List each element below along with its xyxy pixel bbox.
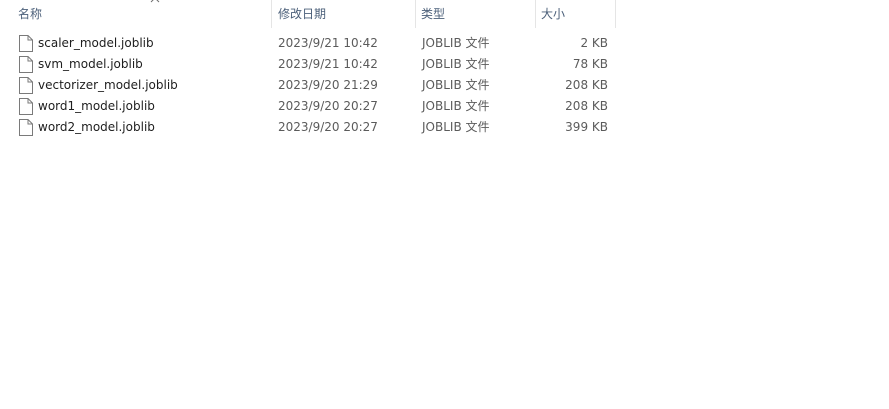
- file-icon: [19, 56, 33, 73]
- column-header-name[interactable]: 名称: [13, 0, 271, 28]
- column-header-type[interactable]: 类型: [416, 0, 535, 28]
- file-size: 208 KB: [565, 99, 608, 113]
- file-row[interactable]: svm_model.joblib 2023/9/21 10:42 JOBLIB …: [0, 54, 616, 75]
- column-header-date-modified[interactable]: 修改日期: [273, 0, 415, 28]
- file-date-modified: 2023/9/21 10:42: [278, 57, 378, 71]
- column-separator[interactable]: [615, 0, 616, 28]
- file-name: word2_model.joblib: [38, 120, 155, 134]
- file-type: JOBLIB 文件: [422, 36, 490, 50]
- file-explorer-view: 名称 修改日期 类型 大小 scaler_model.joblib 2023/9…: [0, 0, 889, 409]
- file-icon: [19, 98, 33, 115]
- file-date-modified: 2023/9/20 20:27: [278, 120, 378, 134]
- file-type: JOBLIB 文件: [422, 78, 490, 92]
- file-name: scaler_model.joblib: [38, 36, 154, 50]
- file-name: svm_model.joblib: [38, 57, 143, 71]
- column-header-size-label: 大小: [541, 7, 566, 21]
- file-row[interactable]: scaler_model.joblib 2023/9/21 10:42 JOBL…: [0, 33, 616, 54]
- file-size: 208 KB: [565, 78, 608, 92]
- column-header-type-label: 类型: [421, 7, 446, 21]
- file-size: 399 KB: [565, 120, 608, 134]
- file-icon: [19, 77, 33, 94]
- file-date-modified: 2023/9/20 20:27: [278, 99, 378, 113]
- file-row[interactable]: word1_model.joblib 2023/9/20 20:27 JOBLI…: [0, 96, 616, 117]
- column-header-size[interactable]: 大小: [536, 0, 615, 28]
- column-header-row: 名称 修改日期 类型 大小: [0, 0, 616, 28]
- file-date-modified: 2023/9/21 10:42: [278, 36, 378, 50]
- file-row[interactable]: word2_model.joblib 2023/9/20 20:27 JOBLI…: [0, 117, 616, 138]
- file-date-modified: 2023/9/20 21:29: [278, 78, 378, 92]
- file-icon: [19, 119, 33, 136]
- file-type: JOBLIB 文件: [422, 99, 490, 113]
- file-type: JOBLIB 文件: [422, 57, 490, 71]
- column-header-name-label: 名称: [18, 7, 43, 21]
- column-header-date-modified-label: 修改日期: [278, 7, 327, 21]
- file-size: 78 KB: [572, 57, 608, 71]
- file-size: 2 KB: [580, 36, 608, 50]
- file-icon: [19, 35, 33, 52]
- file-row[interactable]: vectorizer_model.joblib 2023/9/20 21:29 …: [0, 75, 616, 96]
- file-type: JOBLIB 文件: [422, 120, 490, 134]
- column-separator[interactable]: [271, 0, 272, 28]
- chevron-up-icon: [150, 0, 160, 3]
- file-name: vectorizer_model.joblib: [38, 78, 178, 92]
- file-name: word1_model.joblib: [38, 99, 155, 113]
